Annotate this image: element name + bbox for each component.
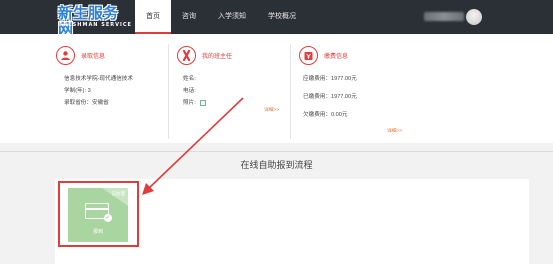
- student-info-panel: 录取信息 信息技术学院-现代通信技术 学制(年): 3 录取省份：安徽省 我的班…: [0, 34, 553, 143]
- fees-title: 缴费信息: [324, 54, 349, 60]
- flow-title: 在线自助报到流程: [240, 160, 313, 170]
- advisor-more-link[interactable]: 详细>>: [264, 106, 279, 113]
- fees-paid: 已缴费用：1977.00元: [303, 94, 357, 100]
- nav-home[interactable]: 首页: [135, 0, 171, 34]
- admission-province: 录取省份：安徽省: [64, 100, 109, 106]
- logo-title: 新生服务网: [58, 4, 119, 38]
- report-step-highlight[interactable]: 已办理 ✓ 报到: [58, 181, 139, 247]
- avatar[interactable]: [466, 9, 482, 25]
- user-menu[interactable]: [424, 9, 484, 25]
- section-divider: [0, 151, 553, 152]
- advisor-photo-label: 照片:: [183, 100, 196, 106]
- ribbon-icon: [177, 46, 196, 65]
- report-step-label: 报到: [92, 229, 103, 235]
- site-logo[interactable]: 新生服务网 FRESHMAN SERVICE: [58, 5, 132, 37]
- fees-due: 应缴费用：1977.00元: [303, 76, 357, 82]
- wallet-icon: [299, 46, 318, 65]
- flow-panel: 已办理 ✓ 报到: [55, 179, 529, 264]
- advisor-photo-row: 照片:: [183, 98, 207, 106]
- top-navbar: 新生服务网 FRESHMAN SERVICE 首页 咨询 入学须知 学校概况: [0, 0, 553, 37]
- advisor-photo-image: [200, 99, 207, 106]
- admission-major: 信息技术学院-现代通信技术: [64, 76, 133, 82]
- user-icon: [56, 46, 75, 65]
- nav-consult[interactable]: 咨询: [171, 0, 207, 34]
- logo-subtitle: FRESHMAN SERVICE: [59, 22, 132, 28]
- admission-title: 录取信息: [81, 54, 106, 60]
- page: 新生服务网 FRESHMAN SERVICE 首页 咨询 入学须知 学校概况 录…: [0, 0, 553, 264]
- advisor-name: 姓名:: [183, 76, 196, 82]
- advisor-phone: 电话:: [183, 88, 196, 94]
- main-nav: 首页 咨询 入学须知 学校概况: [135, 0, 307, 34]
- admission-duration: 学制(年): 3: [64, 88, 91, 94]
- fees-arrears: 欠缴费用：0.00元: [303, 112, 348, 118]
- report-step-tile[interactable]: 已办理 ✓ 报到: [68, 188, 128, 242]
- user-name-blurred: [424, 12, 464, 21]
- report-status-badge: 已办理: [111, 191, 126, 196]
- nav-school-overview[interactable]: 学校概况: [257, 0, 307, 34]
- advisor-title: 我的班主任: [202, 54, 233, 60]
- fees-more-link[interactable]: 详细>>: [387, 127, 402, 134]
- step-badge: ✓: [104, 214, 112, 222]
- fees-card: 缴费信息 应缴费用：1977.00元 已缴费用：1977.00元 欠缴费用：0.…: [290, 44, 410, 139]
- admission-card: 录取信息 信息技术学院-现代通信技术 学制(年): 3 录取省份：安徽省: [56, 44, 166, 139]
- nav-admission-notice[interactable]: 入学须知: [207, 0, 257, 34]
- advisor-card: 我的班主任 姓名: 电话: 照片: 详细>>: [168, 44, 288, 139]
